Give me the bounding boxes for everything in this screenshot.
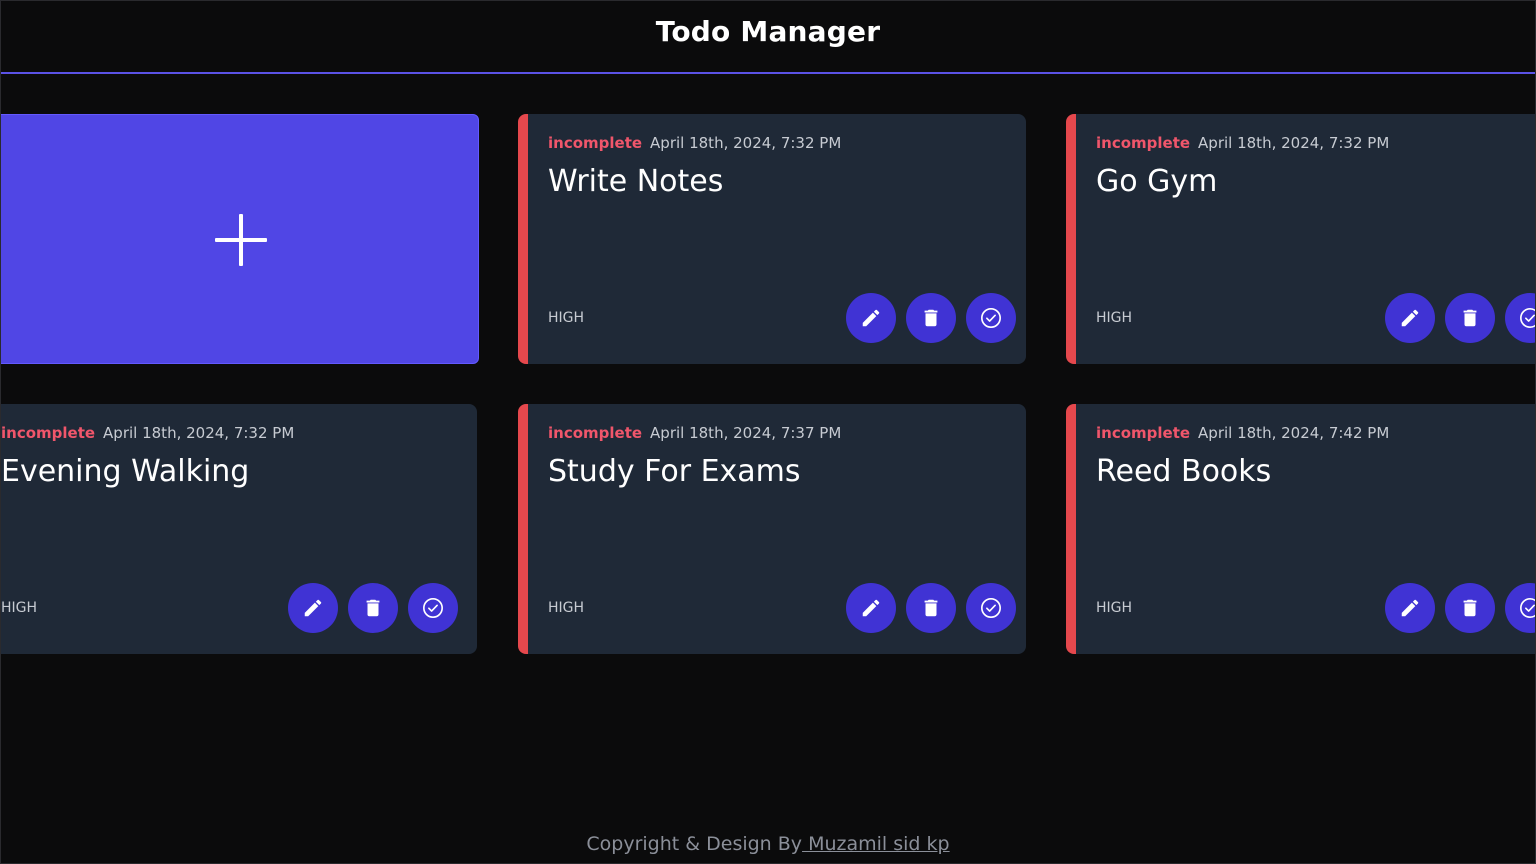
todo-actions bbox=[846, 293, 1016, 343]
complete-button[interactable] bbox=[1505, 583, 1535, 633]
edit-button[interactable] bbox=[288, 583, 338, 633]
add-todo-button[interactable] bbox=[1, 114, 479, 364]
todo-date: April 18th, 2024, 7:32 PM bbox=[103, 424, 295, 442]
pencil-icon bbox=[862, 309, 880, 327]
status-badge: incomplete bbox=[1096, 424, 1191, 442]
todo-card: incomplete April 18th, 2024, 7:32 PM Writ… bbox=[518, 114, 1026, 364]
status-badge: incomplete bbox=[548, 424, 643, 442]
todo-meta: incomplete April 18th, 2024, 7:32 PM bbox=[1, 424, 294, 442]
todo-actions bbox=[288, 583, 458, 633]
todo-card: incomplete April 18th, 2024, 7:37 PM Stud… bbox=[518, 404, 1026, 654]
status-badge: incomplete bbox=[1096, 134, 1191, 152]
trash-icon bbox=[1463, 599, 1477, 617]
todo-date: April 18th, 2024, 7:42 PM bbox=[1198, 424, 1390, 442]
priority-label: HIGH bbox=[1, 600, 38, 616]
priority-label: HIGH bbox=[1096, 600, 1133, 616]
complete-button[interactable] bbox=[408, 583, 458, 633]
trash-icon bbox=[1463, 309, 1477, 327]
trash-icon bbox=[924, 599, 938, 617]
delete-button[interactable] bbox=[348, 583, 398, 633]
todo-actions bbox=[846, 583, 1016, 633]
check-circle-icon bbox=[981, 308, 1001, 328]
todo-card: incomplete April 18th, 2024, 7:32 PM Even… bbox=[1, 404, 477, 654]
author-link[interactable]: Muzamil sid kp bbox=[802, 833, 950, 855]
check-circle-icon bbox=[981, 598, 1001, 618]
app-title: Todo Manager bbox=[655, 15, 881, 48]
pencil-icon bbox=[862, 599, 880, 617]
todo-actions bbox=[1385, 583, 1535, 633]
edit-button[interactable] bbox=[1385, 293, 1435, 343]
pencil-icon bbox=[1401, 599, 1419, 617]
edit-button[interactable] bbox=[1385, 583, 1435, 633]
footer: Copyright & Design By Muzamil sid kp bbox=[1, 833, 1535, 855]
complete-button[interactable] bbox=[966, 293, 1016, 343]
edit-button[interactable] bbox=[846, 583, 896, 633]
pencil-icon bbox=[304, 599, 322, 617]
priority-label: HIGH bbox=[548, 310, 585, 326]
status-badge: incomplete bbox=[548, 134, 643, 152]
todo-title: Reed Books bbox=[1096, 454, 1272, 489]
todo-card: incomplete April 18th, 2024, 7:32 PM Go G… bbox=[1066, 114, 1535, 364]
todo-date: April 18th, 2024, 7:32 PM bbox=[1198, 134, 1390, 152]
app-window: Todo Manager incomplete April 18th, 2024,… bbox=[0, 0, 1536, 864]
check-circle-icon bbox=[1520, 308, 1535, 328]
delete-button[interactable] bbox=[906, 293, 956, 343]
todo-title: Write Notes bbox=[548, 164, 724, 199]
todo-meta: incomplete April 18th, 2024, 7:32 PM bbox=[548, 134, 841, 152]
complete-button[interactable] bbox=[966, 583, 1016, 633]
todo-title: Study For Exams bbox=[548, 454, 801, 489]
check-circle-icon bbox=[1520, 598, 1535, 618]
copyright-text: Copyright & Design By bbox=[586, 833, 803, 855]
delete-button[interactable] bbox=[906, 583, 956, 633]
delete-button[interactable] bbox=[1445, 583, 1495, 633]
todo-title: Evening Walking bbox=[1, 454, 250, 489]
todo-meta: incomplete April 18th, 2024, 7:37 PM bbox=[548, 424, 841, 442]
todo-date: April 18th, 2024, 7:32 PM bbox=[650, 134, 842, 152]
todo-meta: incomplete April 18th, 2024, 7:32 PM bbox=[1096, 134, 1389, 152]
trash-icon bbox=[366, 599, 380, 617]
plus-icon bbox=[215, 214, 267, 266]
app-header: Todo Manager bbox=[1, 1, 1535, 74]
todo-meta: incomplete April 18th, 2024, 7:42 PM bbox=[1096, 424, 1389, 442]
complete-button[interactable] bbox=[1505, 293, 1535, 343]
edit-button[interactable] bbox=[846, 293, 896, 343]
delete-button[interactable] bbox=[1445, 293, 1495, 343]
priority-label: HIGH bbox=[548, 600, 585, 616]
todo-card: incomplete April 18th, 2024, 7:42 PM Reed… bbox=[1066, 404, 1535, 654]
todo-date: April 18th, 2024, 7:37 PM bbox=[650, 424, 842, 442]
trash-icon bbox=[924, 309, 938, 327]
pencil-icon bbox=[1401, 309, 1419, 327]
todo-title: Go Gym bbox=[1096, 164, 1218, 199]
todo-actions bbox=[1385, 293, 1535, 343]
check-circle-icon bbox=[423, 598, 443, 618]
priority-label: HIGH bbox=[1096, 310, 1133, 326]
status-badge: incomplete bbox=[1, 424, 96, 442]
